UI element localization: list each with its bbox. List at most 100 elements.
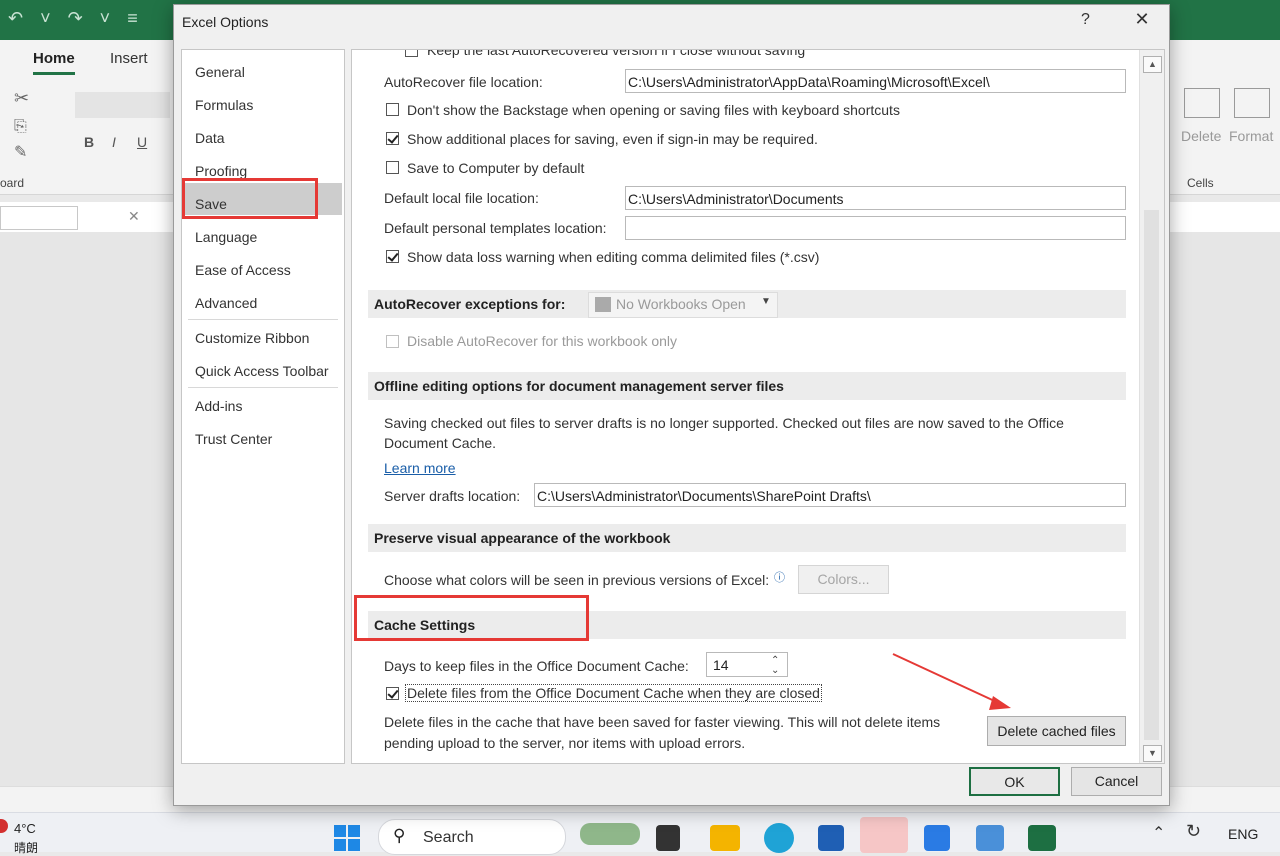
nav-add-ins[interactable]: Add-ins <box>195 398 242 414</box>
nav-proofing[interactable]: Proofing <box>195 163 247 179</box>
save-to-computer-label: Save to Computer by default <box>407 160 585 176</box>
days-to-keep-value: 14 <box>713 657 729 673</box>
preserve-visual-header: Preserve visual appearance of the workbo… <box>368 524 1126 552</box>
content-scrollbar[interactable]: ▲ ▼ <box>1139 50 1164 763</box>
show-data-loss-checkbox[interactable] <box>386 250 399 263</box>
keep-last-autorecovered-checkbox[interactable] <box>405 50 418 57</box>
cache-desc-line1: Delete files in the cache that have been… <box>384 714 941 730</box>
weather-temp[interactable]: 4°C <box>14 821 36 836</box>
format-cells-icon[interactable] <box>1234 88 1270 118</box>
default-local-location-label: Default local file location: <box>384 190 539 206</box>
search-icon: ⚲ <box>393 826 406 845</box>
default-templates-location-field[interactable] <box>625 216 1126 240</box>
server-drafts-field[interactable]: C:\Users\Administrator\Documents\SharePo… <box>534 483 1126 507</box>
save-to-computer-checkbox[interactable] <box>386 161 399 174</box>
info-icon[interactable]: ⓘ <box>774 569 785 585</box>
default-local-location-field[interactable]: C:\Users\Administrator\Documents <box>625 186 1126 210</box>
days-to-keep-spinner[interactable]: 14 ⌃ ⌄ <box>706 652 788 677</box>
italic-button[interactable]: I <box>112 134 116 150</box>
offline-editing-label: Offline editing options for document man… <box>374 378 784 394</box>
nav-trust-center[interactable]: Trust Center <box>195 431 272 447</box>
delete-files-closed-checkbox[interactable] <box>386 687 399 700</box>
spinner-down-icon[interactable]: ⌄ <box>771 659 779 676</box>
input-language[interactable]: ENG <box>1228 826 1258 842</box>
offline-desc-line2: Document Cache. <box>384 435 497 451</box>
options-nav: General Formulas Data Proofing Save Lang… <box>181 49 345 764</box>
font-name-box[interactable] <box>75 92 170 118</box>
delete-files-closed-label: Delete files from the Office Document Ca… <box>405 684 822 702</box>
cut-icon[interactable]: ✂ <box>14 88 29 109</box>
colors-button[interactable]: Colors... <box>798 565 889 594</box>
dialog-title: Excel Options <box>182 14 269 30</box>
nav-divider <box>188 319 338 320</box>
show-additional-places-checkbox[interactable] <box>386 132 399 145</box>
nav-general[interactable]: General <box>195 64 245 80</box>
network-icon[interactable]: ↻ <box>1186 821 1201 842</box>
tab-home[interactable]: Home <box>33 50 75 75</box>
copy-icon[interactable]: ⎘ <box>14 118 27 136</box>
excel-taskbar-icon[interactable] <box>1028 825 1056 851</box>
dropdown-arrow-icon: ▼ <box>761 296 771 307</box>
preserve-visual-label: Preserve visual appearance of the workbo… <box>374 530 671 546</box>
format-painter-icon[interactable]: ✎ <box>14 142 27 162</box>
nav-ease-of-access[interactable]: Ease of Access <box>195 262 291 278</box>
nav-data[interactable]: Data <box>195 130 225 146</box>
workbook-select[interactable]: No Workbooks Open ▼ <box>588 292 778 318</box>
chevron-up-icon[interactable]: ⌃ <box>1152 823 1165 843</box>
keep-last-autorecovered-label: Keep the last AutoRecovered version if I… <box>427 49 806 58</box>
days-to-keep-label: Days to keep files in the Office Documen… <box>384 658 689 674</box>
cancel-formula-icon[interactable]: ✕ <box>128 208 140 225</box>
store-icon[interactable] <box>818 825 844 851</box>
scroll-up-icon[interactable]: ▲ <box>1143 56 1162 73</box>
tab-insert[interactable]: Insert <box>110 50 148 67</box>
disable-autorecover-checkbox[interactable] <box>386 335 399 348</box>
dont-show-backstage-checkbox[interactable] <box>386 103 399 116</box>
nav-formulas[interactable]: Formulas <box>195 97 253 113</box>
file-explorer-icon[interactable] <box>710 825 740 851</box>
autorecover-location-label: AutoRecover file location: <box>384 74 543 90</box>
autorecover-location-field[interactable]: C:\Users\Administrator\AppData\Roaming\M… <box>625 69 1126 93</box>
excel-options-dialog: Excel Options ? ✕ General Formulas Data … <box>173 4 1170 806</box>
ok-button[interactable]: OK <box>969 767 1060 796</box>
edge-icon[interactable] <box>764 823 794 853</box>
save-options-panel: Keep the last AutoRecovered version if I… <box>351 49 1165 764</box>
scroll-thumb[interactable] <box>1144 210 1159 740</box>
nav-advanced[interactable]: Advanced <box>195 295 257 311</box>
taskbar-search[interactable]: ⚲ Search <box>378 819 566 855</box>
format-label[interactable]: Format <box>1229 128 1273 144</box>
weather-icon <box>0 819 8 833</box>
search-label: Search <box>423 829 474 846</box>
save-highlight-annotation <box>182 178 318 219</box>
windows-start-icon[interactable] <box>334 825 360 851</box>
widget-icon[interactable] <box>580 823 640 845</box>
notepad-icon[interactable] <box>924 825 950 851</box>
nav-customize-ribbon[interactable]: Customize Ribbon <box>195 330 309 346</box>
autorecover-exceptions-label: AutoRecover exceptions for: <box>374 296 566 312</box>
close-icon[interactable]: ✕ <box>1130 9 1154 30</box>
workbook-select-value: No Workbooks Open <box>616 296 746 312</box>
name-box[interactable] <box>0 206 78 230</box>
nav-language[interactable]: Language <box>195 229 257 245</box>
red-arrow-annotation <box>892 653 1011 710</box>
cancel-button[interactable]: Cancel <box>1071 767 1162 796</box>
show-data-loss-label: Show data loss warning when editing comm… <box>407 249 820 265</box>
disable-autorecover-label: Disable AutoRecover for this workbook on… <box>407 333 678 349</box>
cache-settings-annotation <box>354 595 589 641</box>
delete-cells-icon[interactable] <box>1184 88 1220 118</box>
excel-workbook-icon <box>595 297 611 312</box>
wechat-icon[interactable] <box>860 817 908 853</box>
quick-access-icons[interactable]: ↶ ˅ ↷ ˅ ≡ <box>8 8 144 29</box>
show-additional-places-label: Show additional places for saving, even … <box>407 131 818 147</box>
task-view-icon[interactable] <box>656 825 680 851</box>
nav-quick-access-toolbar[interactable]: Quick Access Toolbar <box>195 363 329 379</box>
bold-button[interactable]: B <box>84 134 94 150</box>
weather-desc[interactable]: 晴朗 <box>14 839 38 856</box>
delete-label[interactable]: Delete <box>1181 128 1221 144</box>
scroll-down-icon[interactable]: ▼ <box>1143 745 1162 762</box>
control-panel-icon[interactable] <box>976 825 1004 851</box>
learn-more-link[interactable]: Learn more <box>384 460 456 476</box>
taskbar: 4°C 晴朗 ⚲ Search ⌃ ↻ ENG <box>0 812 1280 855</box>
help-icon[interactable]: ? <box>1081 11 1090 29</box>
underline-button[interactable]: U <box>137 134 147 150</box>
offline-editing-header: Offline editing options for document man… <box>368 372 1126 400</box>
